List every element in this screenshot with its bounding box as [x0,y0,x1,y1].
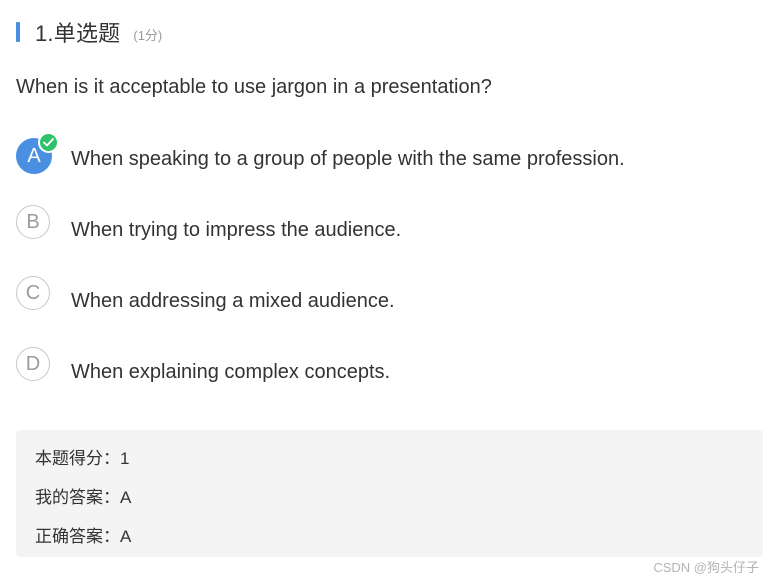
option-d-letter: D [25,352,41,375]
result-panel: 本题得分：1 我的答案：A 正确答案：A [16,430,763,557]
option-b-letter-circle[interactable]: B [16,205,50,239]
option-d-text[interactable]: When explaining complex concepts. [71,361,390,384]
option-b-text[interactable]: When trying to impress the audience. [71,219,401,242]
option-c-letter: C [25,281,41,304]
question-score-hint: (1分) [133,27,163,43]
option-a-text[interactable]: When speaking to a group of people with … [71,148,625,171]
correct-answer-line: 正确答案：A [35,527,132,546]
score-line: 本题得分：1 [35,449,130,468]
option-b-letter: B [26,210,40,233]
question-text: When is it acceptable to use jargon in a… [16,76,492,98]
question-header: 1.单选题 (1分) [16,17,162,47]
my-answer-line: 我的答案：A [35,488,132,507]
option-c-text[interactable]: When addressing a mixed audience. [71,290,395,313]
option-c-letter-circle[interactable]: C [16,276,50,310]
title-accent-bar [16,22,20,42]
question-title: 1.单选题 [35,21,121,46]
watermark: CSDN @狗头仔子 [653,560,759,575]
option-d-letter-circle[interactable]: D [16,347,50,381]
check-icon [38,132,59,153]
